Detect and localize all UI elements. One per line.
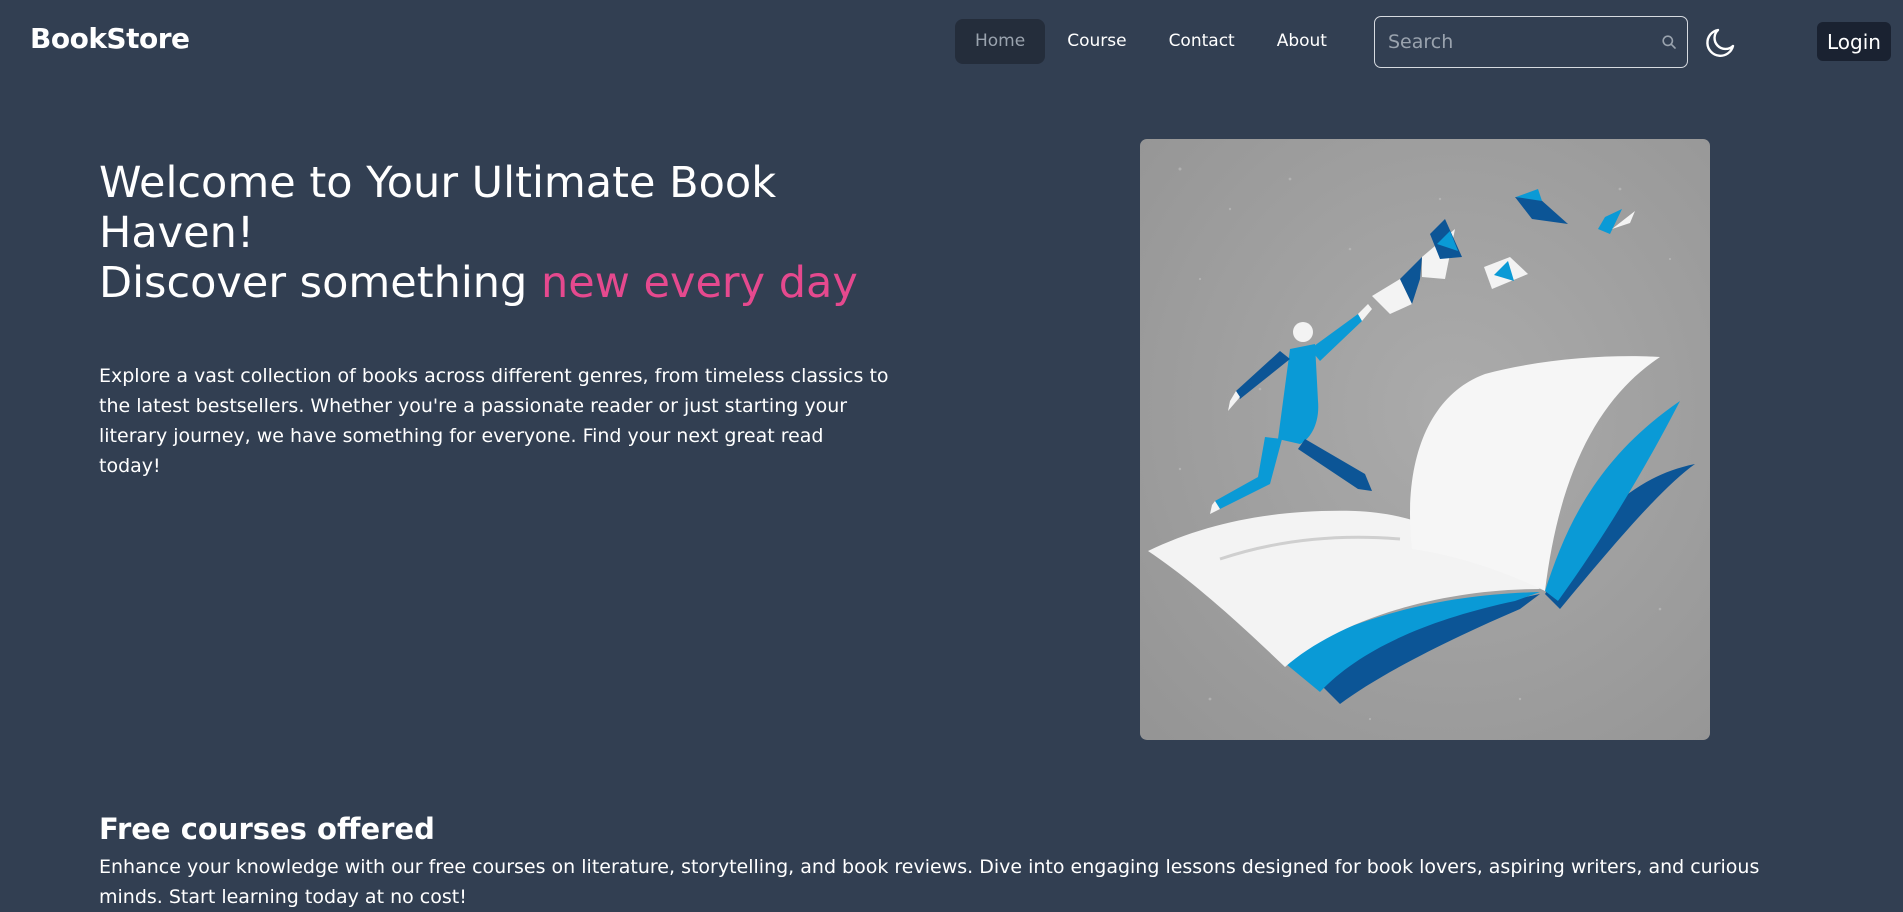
- hero-title-highlight: new every day: [541, 258, 858, 308]
- moon-icon[interactable]: [1703, 26, 1737, 60]
- nav-link-contact[interactable]: Contact: [1149, 19, 1255, 64]
- search-box: [1374, 16, 1688, 68]
- hero-description: Explore a vast collection of books acros…: [99, 365, 889, 477]
- navbar: BookStore Home Course Contact About Logi…: [0, 0, 1903, 84]
- courses-heading: Free courses offered: [99, 812, 435, 846]
- courses-section: Free courses offered Enhance your knowle…: [99, 810, 1799, 912]
- nav-links: Home Course Contact About: [955, 19, 1347, 64]
- nav-link-home[interactable]: Home: [955, 19, 1046, 64]
- hero-illustration: [1140, 139, 1710, 740]
- courses-description: Enhance your knowledge with our free cou…: [99, 856, 1760, 908]
- hero-title-line2-prefix: Discover something: [99, 258, 541, 308]
- search-input[interactable]: [1386, 17, 1661, 67]
- brand-logo[interactable]: BookStore: [30, 22, 190, 55]
- hero-section: Welcome to Your Ultimate Book Haven! Disc…: [99, 158, 919, 481]
- hero-title: Welcome to Your Ultimate Book Haven! Disc…: [99, 158, 919, 308]
- nav-link-about[interactable]: About: [1257, 19, 1347, 64]
- search-icon[interactable]: [1661, 34, 1677, 50]
- open-book-illustration: [1140, 139, 1710, 740]
- nav-link-course[interactable]: Course: [1047, 19, 1146, 64]
- login-button[interactable]: Login: [1817, 22, 1891, 61]
- hero-title-line1: Welcome to Your Ultimate Book Haven!: [99, 158, 777, 258]
